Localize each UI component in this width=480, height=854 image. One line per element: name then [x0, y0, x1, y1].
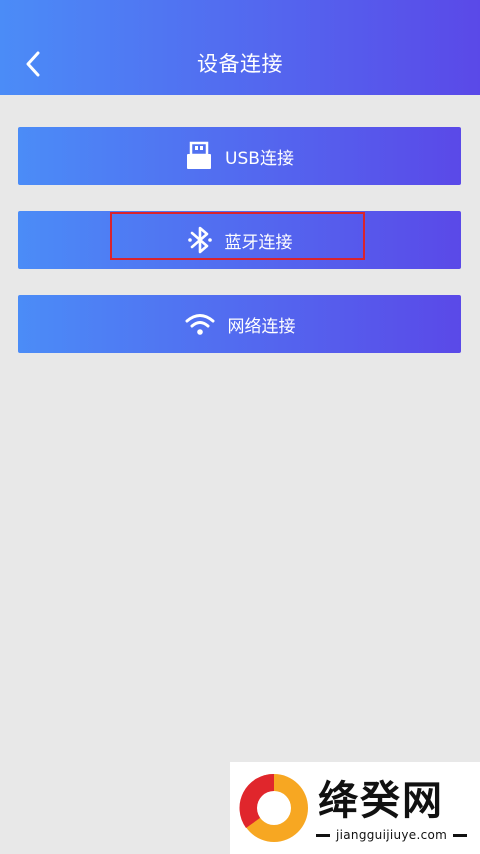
bluetooth-connection-button[interactable]: 蓝牙连接 [18, 211, 461, 269]
usb-icon [185, 141, 213, 171]
watermark-url-row: jiangguijiuye.com [316, 828, 468, 842]
watermark-url: jiangguijiuye.com [336, 828, 448, 842]
network-connection-button[interactable]: 网络连接 [18, 295, 461, 353]
bluetooth-connection-label: 蓝牙连接 [224, 232, 293, 253]
wifi-icon [184, 312, 216, 336]
watermark-logo [239, 773, 308, 842]
usb-connection-label: USB连接 [225, 148, 294, 169]
app-header: 设备连接 [0, 0, 480, 95]
usb-connection-button[interactable]: USB连接 [18, 127, 461, 185]
network-connection-label: 网络连接 [227, 316, 296, 337]
watermark-name: 绛癸网 [318, 778, 444, 824]
watermark: 绛癸网 jiangguijiuye.com [230, 762, 480, 854]
bluetooth-icon [187, 224, 213, 256]
watermark-divider [316, 833, 330, 837]
watermark-divider [453, 833, 468, 837]
page-title: 设备连接 [197, 52, 283, 76]
